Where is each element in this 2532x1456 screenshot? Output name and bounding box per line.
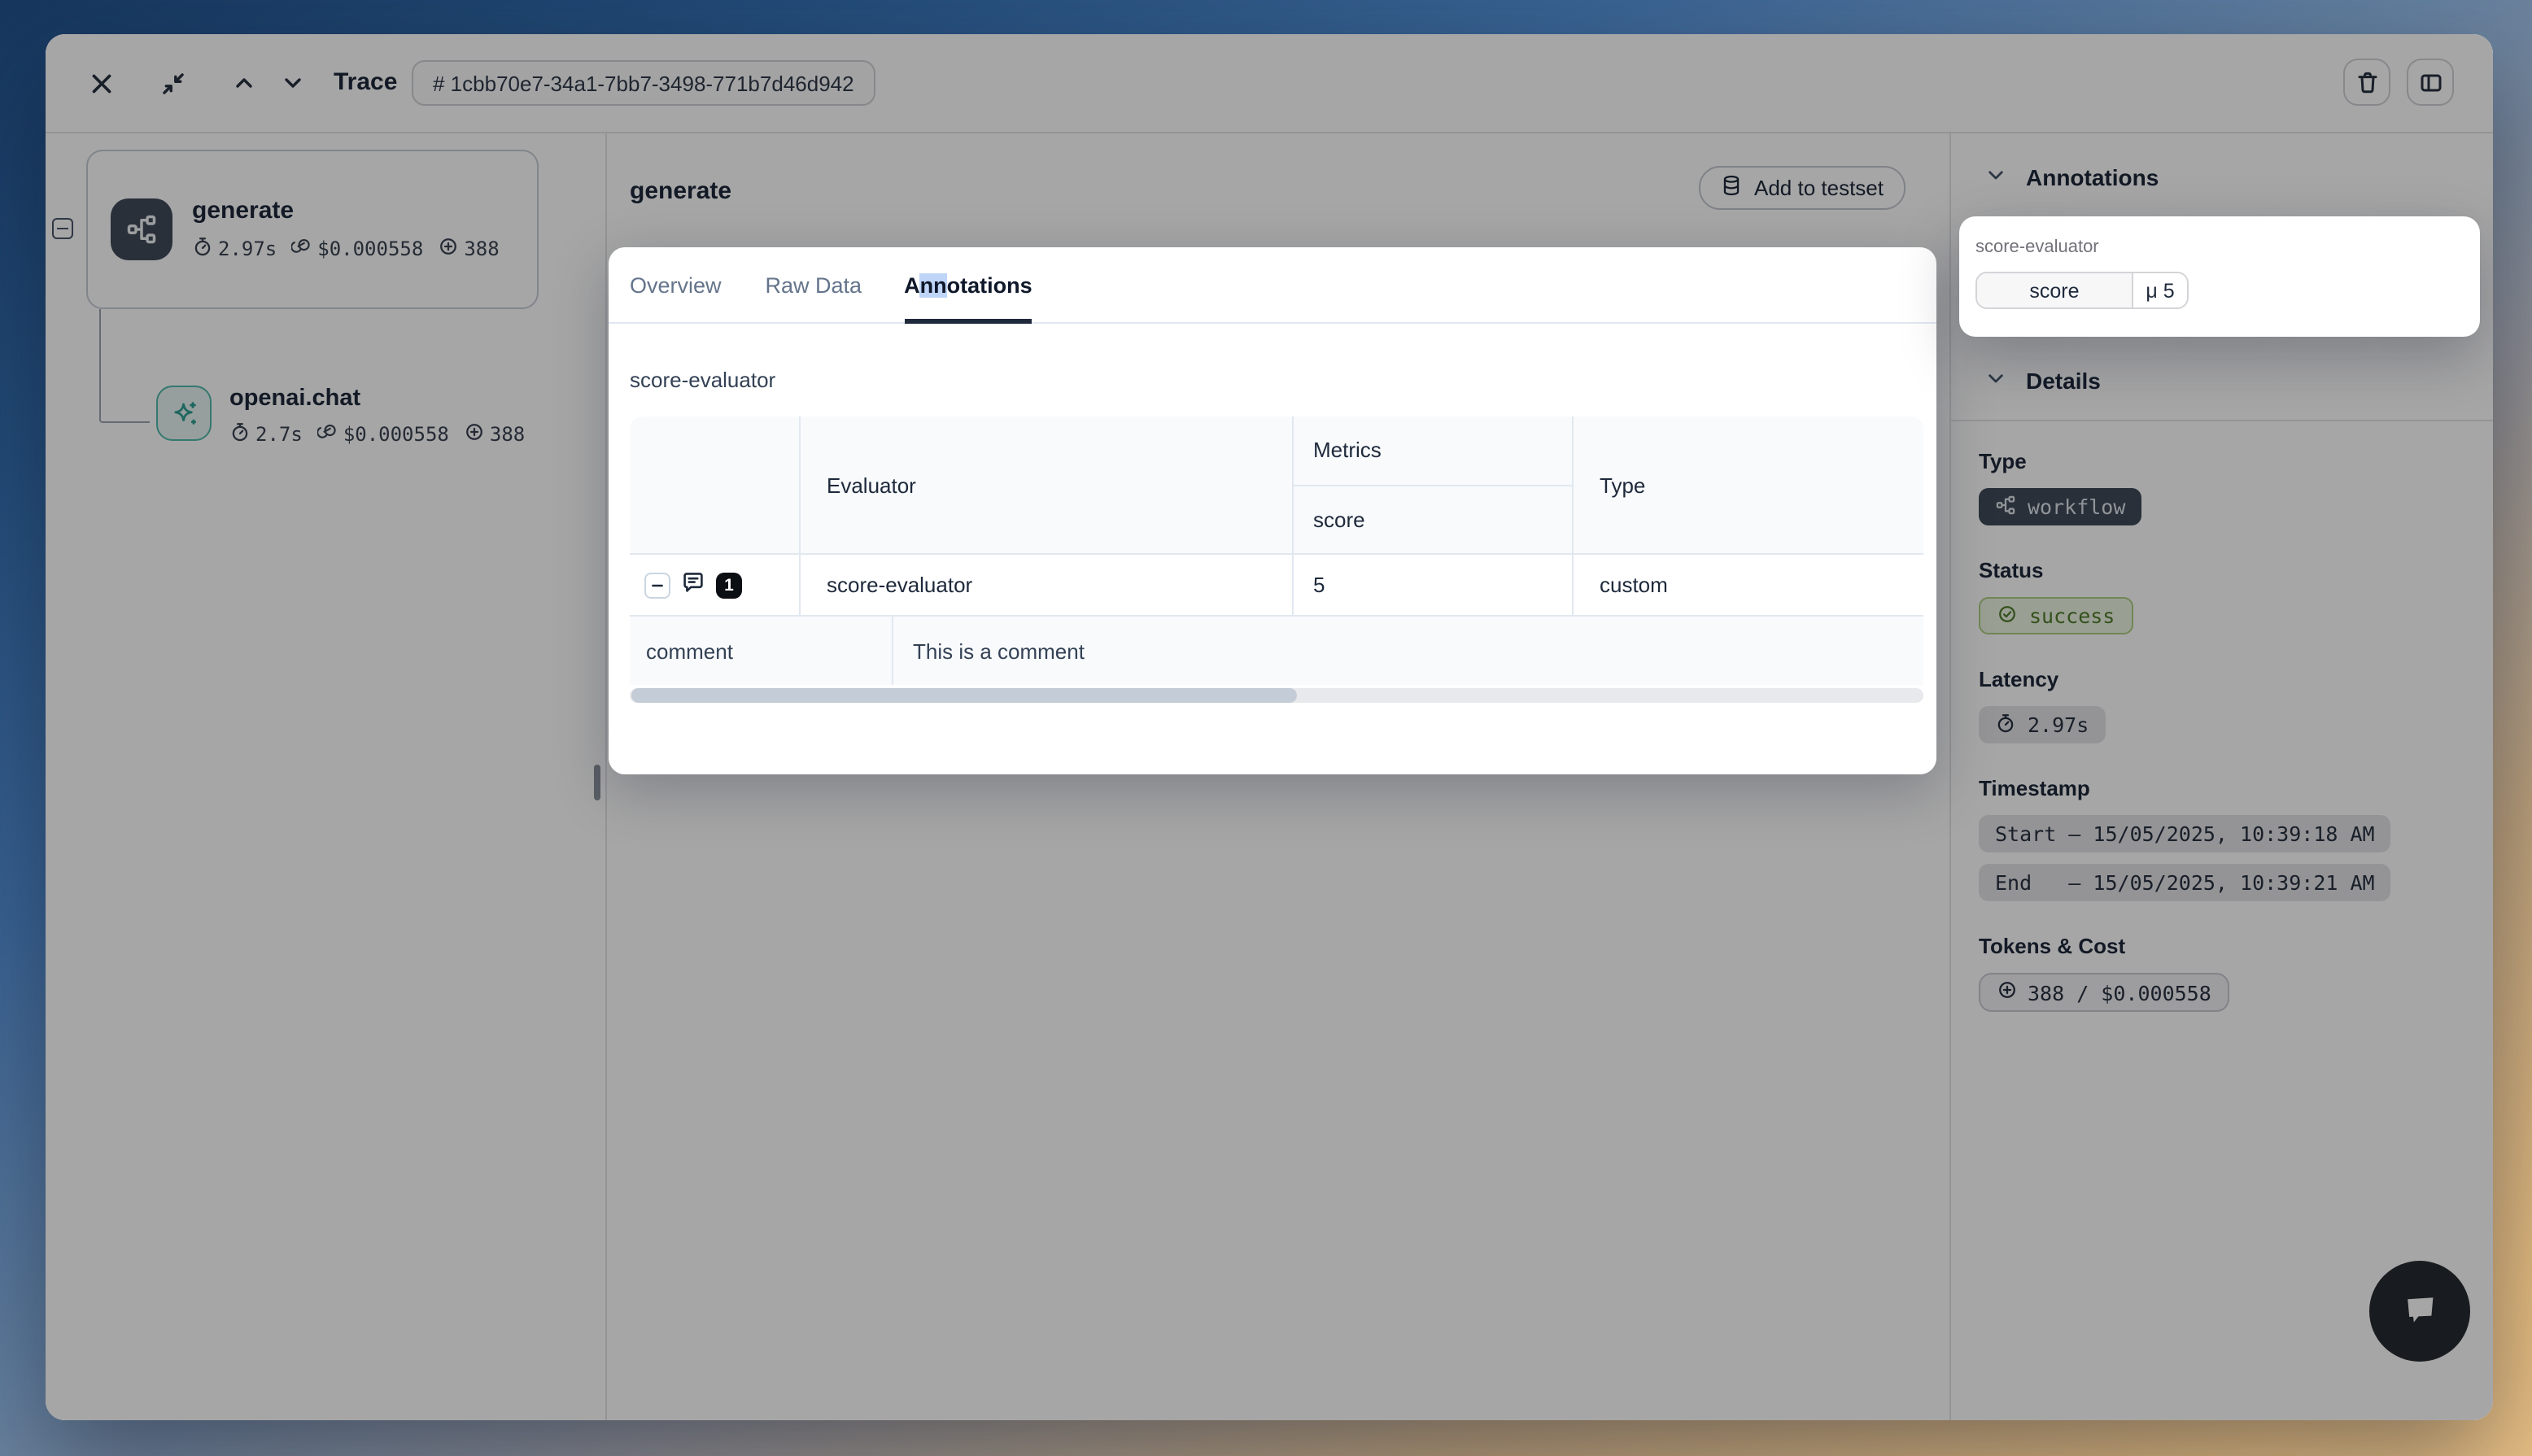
comment-icon[interactable] (680, 569, 706, 600)
tab-overview[interactable]: Overview (630, 247, 722, 322)
annotation-evaluator-name: score-evaluator (1975, 238, 2464, 257)
stage: Trace # 1cbb70e7-34a1-7bb7-3498-771b7d46… (0, 0, 2532, 1456)
row-score-cell: 5 (1292, 555, 1572, 615)
header-metrics-label: Metrics (1294, 416, 1572, 486)
score-metric-label[interactable]: score (1977, 273, 2133, 307)
tab-annotations[interactable]: Annotations (904, 247, 1032, 322)
tabs-row: Overview Raw Data Annotations (609, 247, 1936, 324)
annotation-score-card: score-evaluator score μ 5 (1959, 216, 2480, 337)
header-evaluator: Evaluator (799, 416, 1292, 553)
row-actions-cell: 1 (630, 555, 799, 615)
header-metrics: Metrics score (1292, 416, 1572, 553)
tab-raw-data[interactable]: Raw Data (766, 247, 862, 322)
header-actions-column (630, 416, 799, 553)
tab-label-part: otations (947, 272, 1032, 297)
header-metric-score: score (1294, 486, 1572, 553)
table-header: Evaluator Metrics score Type (630, 416, 1923, 555)
header-type: Type (1572, 416, 1923, 553)
trace-window: Trace # 1cbb70e7-34a1-7bb7-3498-771b7d46… (46, 34, 2493, 1420)
horizontal-scrollbar[interactable] (630, 688, 1923, 703)
collapse-row-button[interactable] (644, 572, 670, 598)
comment-row: comment This is a comment (630, 617, 1923, 685)
comment-value-cell: This is a comment (892, 617, 1923, 685)
row-evaluator-cell: score-evaluator (799, 555, 1292, 615)
comment-label-cell: comment (630, 617, 892, 685)
span-tabs-card: Overview Raw Data Annotations score-eval… (609, 247, 1936, 774)
evaluator-section-title: score-evaluator (630, 368, 1923, 392)
annotations-table: Evaluator Metrics score Type 1 (630, 416, 1923, 703)
table-row: 1 score-evaluator 5 custom (630, 555, 1923, 617)
score-metric-value: μ 5 (2133, 273, 2187, 307)
score-metric-pill: score μ 5 (1975, 272, 2189, 309)
tab-label-part: A (904, 272, 920, 297)
row-type-cell: custom (1572, 555, 1923, 615)
tab-label-selection: nn (920, 272, 947, 297)
scrollbar-thumb[interactable] (631, 688, 1297, 703)
annotations-tab-content: score-evaluator Evaluator Metrics score … (609, 324, 1936, 703)
comment-count-badge[interactable]: 1 (716, 572, 742, 598)
